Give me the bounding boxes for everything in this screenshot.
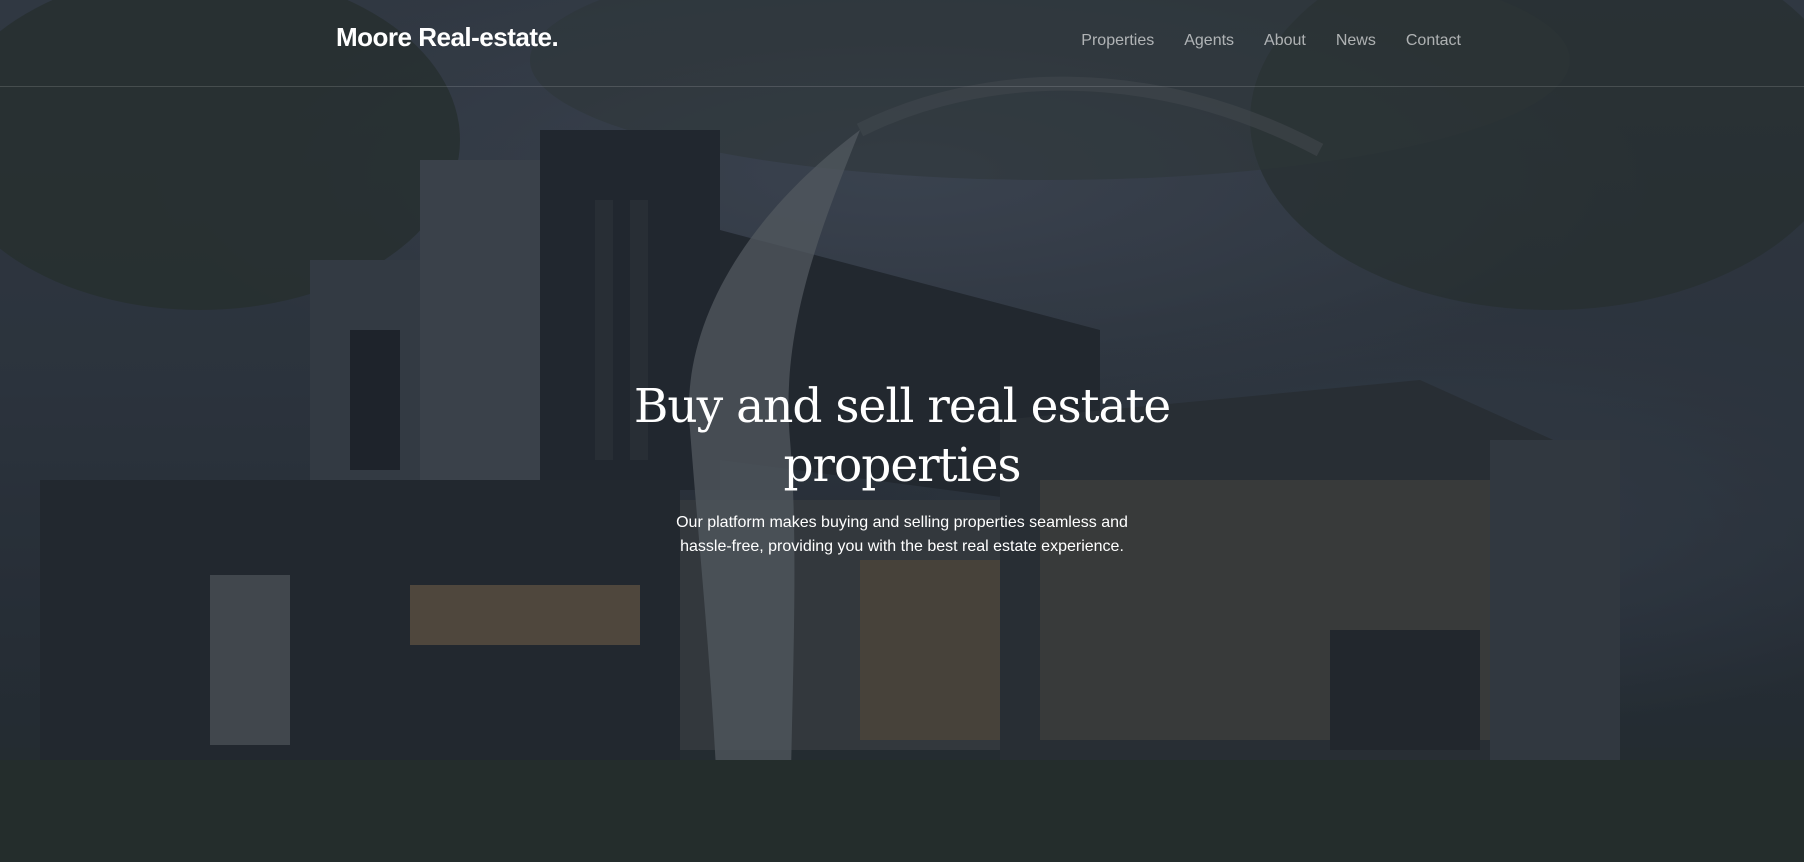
nav-link-properties[interactable]: Properties (1081, 32, 1154, 49)
nav-item-contact: Contact (1406, 32, 1461, 50)
nav-item-agents: Agents (1184, 32, 1234, 50)
hero-section: Buy and sell real estate properties Our … (0, 377, 1804, 559)
nav-item-properties: Properties (1081, 32, 1154, 50)
hero-subtitle: Our platform makes buying and selling pr… (676, 514, 1128, 555)
site-header: Moore Real-estate. Properties Agents Abo… (0, 0, 1804, 87)
nav-link-agents[interactable]: Agents (1184, 32, 1234, 49)
nav-link-contact[interactable]: Contact (1406, 32, 1461, 49)
nav-item-about: About (1264, 32, 1306, 50)
site-logo[interactable]: Moore Real-estate. (336, 22, 559, 53)
nav-link-news[interactable]: News (1336, 32, 1376, 49)
hero-title: Buy and sell real estate properties (633, 379, 1171, 493)
nav-link-about[interactable]: About (1264, 32, 1306, 49)
nav-item-news: News (1336, 32, 1376, 50)
main-nav: Properties Agents About News Contact (1081, 32, 1461, 50)
